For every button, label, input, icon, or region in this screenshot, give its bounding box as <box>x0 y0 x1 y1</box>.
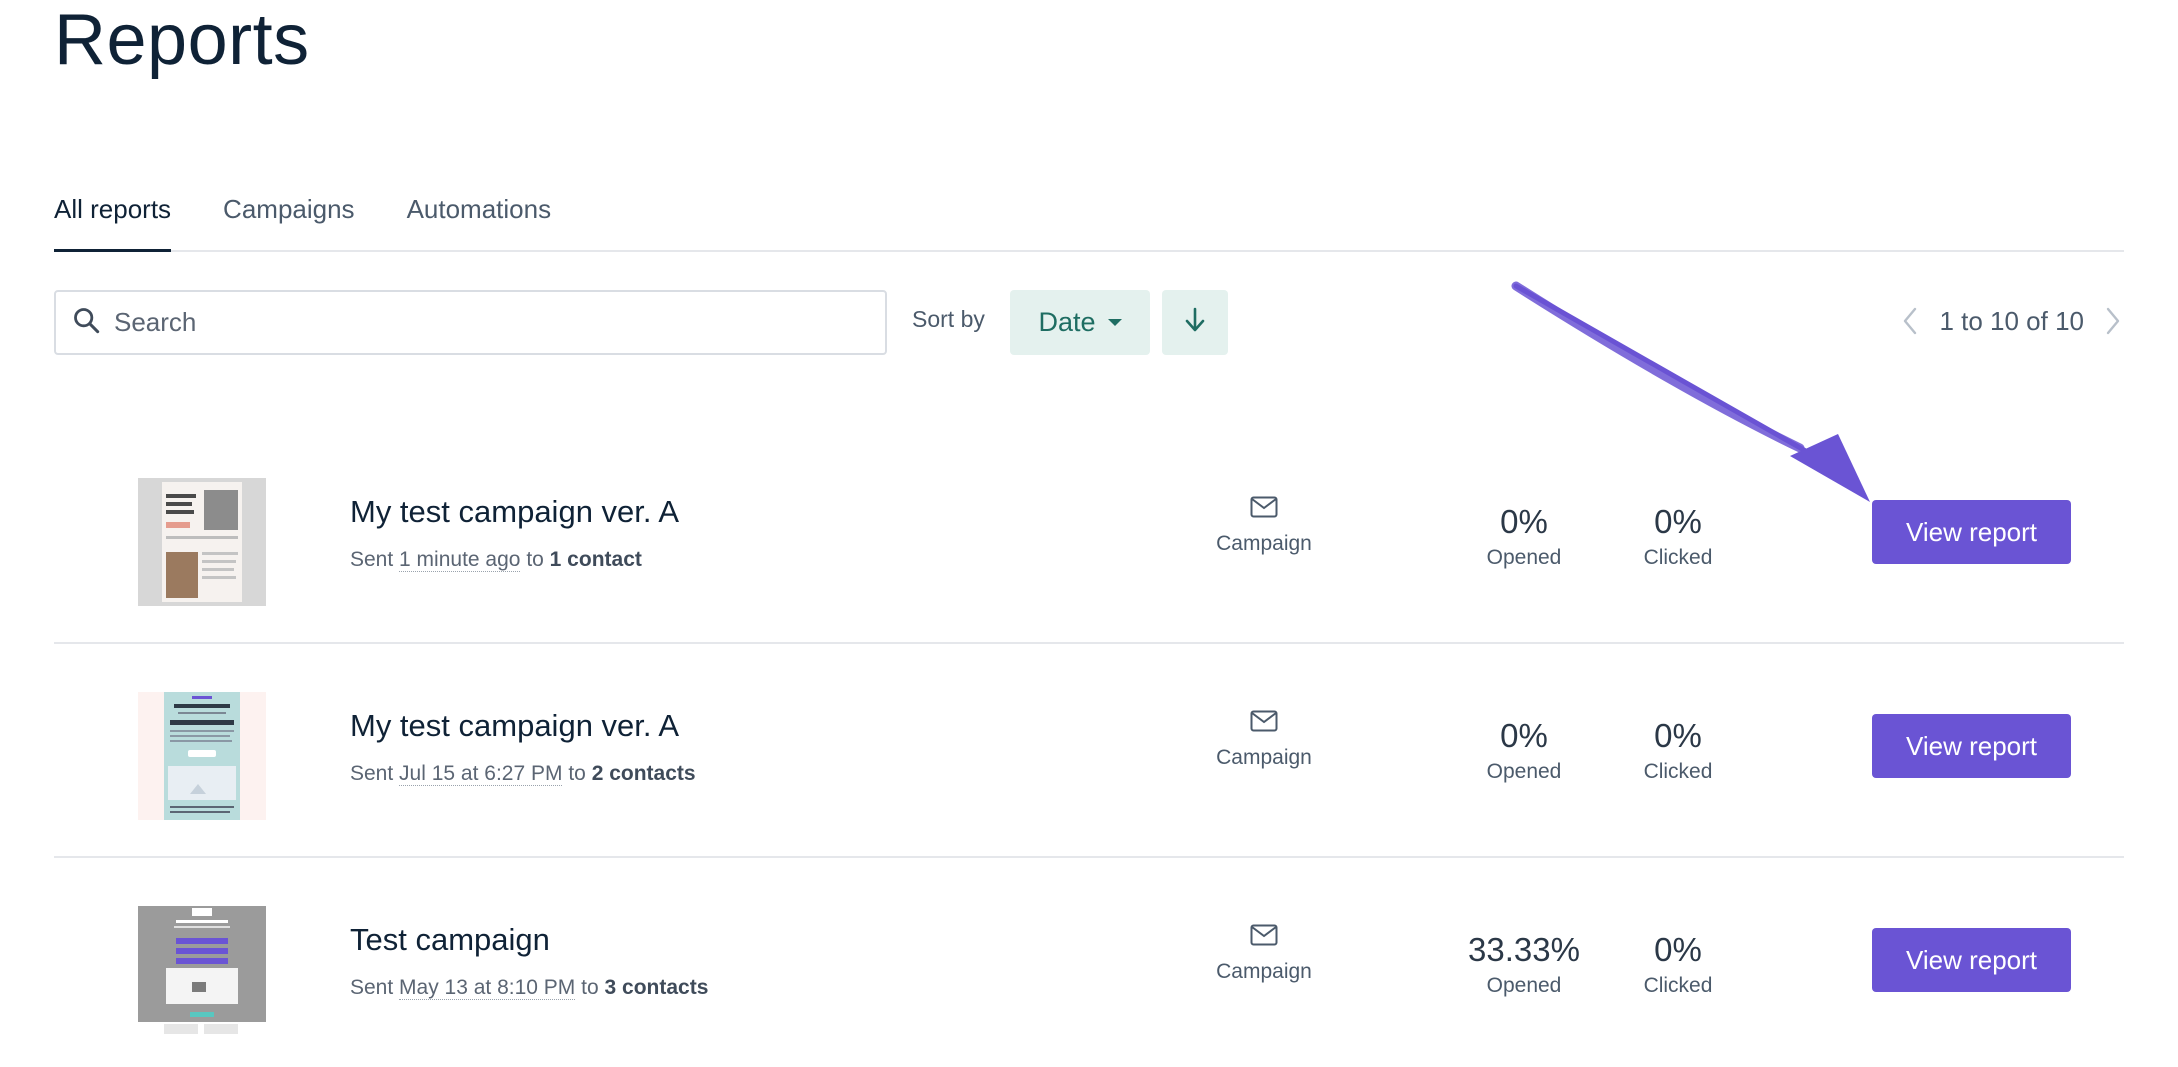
report-row: Test campaign Sent May 13 at 8:10 PM to … <box>54 858 2124 1067</box>
pagination: 1 to 10 of 10 <box>1899 303 2124 339</box>
clicked-stat: 0% Clicked <box>1588 932 1768 998</box>
opened-stat: 33.33% Opened <box>1434 932 1614 998</box>
tab-all-reports[interactable]: All reports <box>54 186 172 252</box>
caret-down-icon <box>1107 319 1122 326</box>
chevron-right-icon[interactable] <box>2102 303 2124 339</box>
type-column: Campaign <box>1194 924 1334 984</box>
pagination-text: 1 to 10 of 10 <box>1939 305 2084 336</box>
sent-prefix: Sent <box>350 762 394 785</box>
envelope-icon <box>1250 496 1278 518</box>
email-thumbnail[interactable] <box>138 478 266 606</box>
opened-label: Opened <box>1486 546 1562 569</box>
report-tabs: All reports Campaigns Automations <box>54 186 2124 252</box>
clicked-value: 0% <box>1654 931 1702 968</box>
sent-prefix: Sent <box>350 976 394 999</box>
search-box <box>54 290 887 355</box>
sent-to-word: to <box>526 548 544 571</box>
report-row: My test campaign ver. A Sent 1 minute ag… <box>54 430 2124 644</box>
recipient-count: 1 contact <box>549 548 642 571</box>
opened-stat: 0% Opened <box>1434 718 1614 784</box>
report-row: My test campaign ver. A Sent Jul 15 at 6… <box>54 644 2124 858</box>
sent-to-word: to <box>581 976 599 999</box>
campaign-title[interactable]: Test campaign <box>350 922 550 958</box>
type-column: Campaign <box>1194 496 1334 556</box>
campaign-title[interactable]: My test campaign ver. A <box>350 708 679 744</box>
campaign-sent-info: Sent May 13 at 8:10 PM to 3 contacts <box>350 976 708 1000</box>
opened-value: 33.33% <box>1468 931 1580 968</box>
clicked-value: 0% <box>1654 503 1702 540</box>
clicked-label: Clicked <box>1643 760 1713 783</box>
sent-time: May 13 at 8:10 PM <box>399 976 576 1000</box>
tab-automations[interactable]: Automations <box>407 186 552 250</box>
page-title: Reports <box>54 0 310 80</box>
campaign-sent-info: Sent Jul 15 at 6:27 PM to 2 contacts <box>350 762 696 786</box>
recipient-count: 3 contacts <box>604 976 709 999</box>
type-label: Campaign <box>1216 746 1312 769</box>
sent-time: Jul 15 at 6:27 PM <box>399 762 563 786</box>
email-thumbnail[interactable] <box>138 906 266 1034</box>
clicked-label: Clicked <box>1643 546 1713 569</box>
arrow-down-icon <box>1184 307 1206 338</box>
view-report-button[interactable]: View report <box>1872 928 2071 992</box>
type-column: Campaign <box>1194 710 1334 770</box>
view-report-button[interactable]: View report <box>1872 714 2071 778</box>
chevron-left-icon[interactable] <box>1899 303 1921 339</box>
clicked-stat: 0% Clicked <box>1588 504 1768 570</box>
clicked-label: Clicked <box>1643 974 1713 997</box>
sort-field-value: Date <box>1038 307 1096 337</box>
envelope-icon <box>1250 924 1278 946</box>
opened-value: 0% <box>1500 503 1548 540</box>
email-thumbnail[interactable] <box>138 692 266 820</box>
sent-time: 1 minute ago <box>399 548 521 572</box>
campaign-title[interactable]: My test campaign ver. A <box>350 494 679 530</box>
sort-field-dropdown[interactable]: Date <box>1010 290 1150 355</box>
view-report-button[interactable]: View report <box>1872 500 2071 564</box>
campaign-sent-info: Sent 1 minute ago to 1 contact <box>350 548 642 572</box>
recipient-count: 2 contacts <box>591 762 696 785</box>
clicked-value: 0% <box>1654 717 1702 754</box>
opened-label: Opened <box>1486 760 1562 783</box>
search-icon <box>72 306 100 339</box>
type-label: Campaign <box>1216 960 1312 983</box>
clicked-stat: 0% Clicked <box>1588 718 1768 784</box>
sent-prefix: Sent <box>350 548 394 571</box>
reports-page: Reports All reports Campaigns Automation… <box>0 0 2178 1067</box>
opened-value: 0% <box>1500 717 1548 754</box>
opened-stat: 0% Opened <box>1434 504 1614 570</box>
sort-by-label: Sort by <box>912 306 985 332</box>
envelope-icon <box>1250 710 1278 732</box>
search-input[interactable] <box>114 307 814 338</box>
opened-label: Opened <box>1486 974 1562 997</box>
tab-campaigns[interactable]: Campaigns <box>223 186 355 250</box>
sort-direction-button[interactable] <box>1162 290 1228 355</box>
sent-to-word: to <box>568 762 586 785</box>
type-label: Campaign <box>1216 532 1312 555</box>
